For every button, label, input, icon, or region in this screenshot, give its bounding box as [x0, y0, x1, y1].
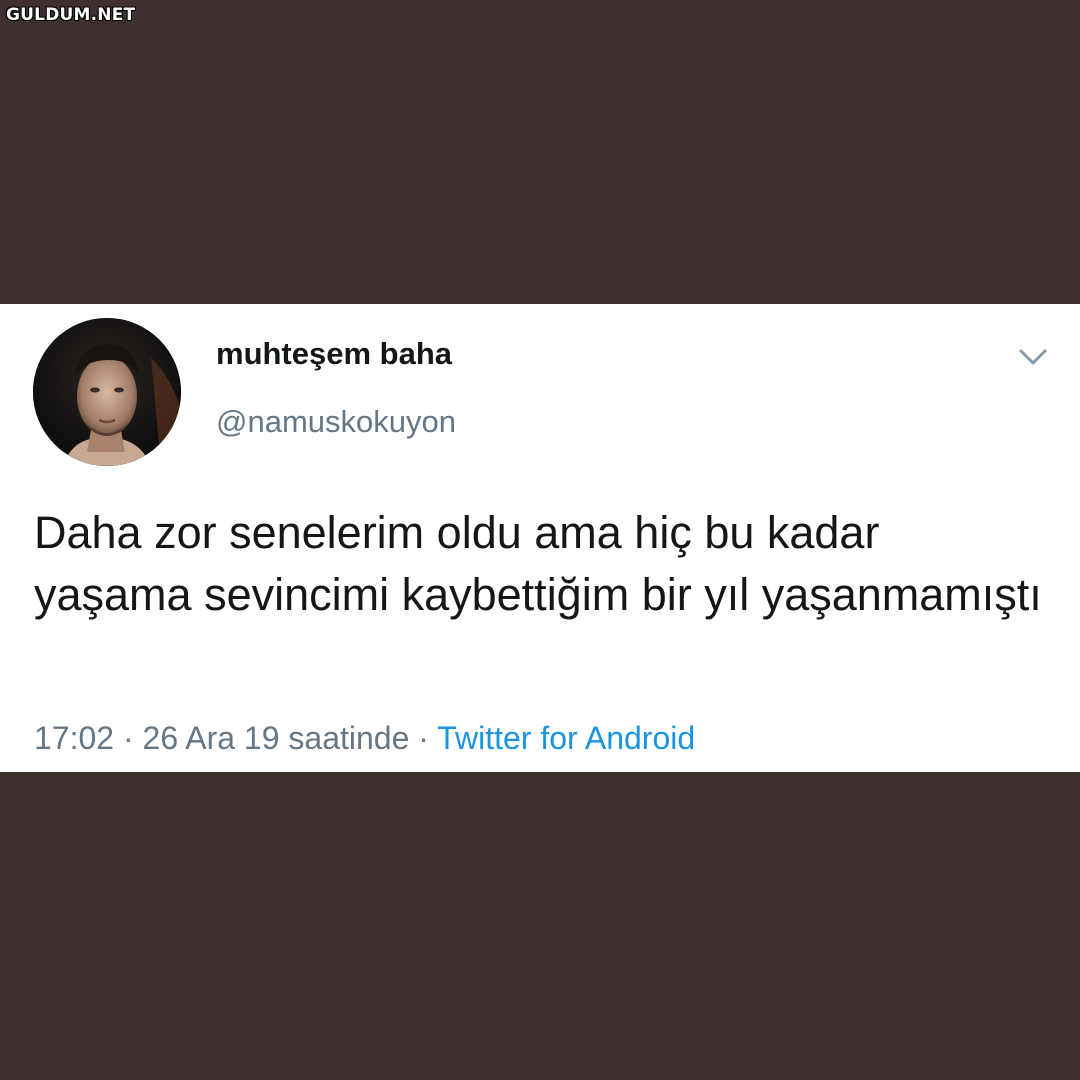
meta-separator: ·	[122, 720, 134, 756]
tweet-source-link[interactable]: Twitter for Android	[437, 720, 695, 756]
chevron-down-icon[interactable]	[1016, 340, 1050, 374]
author-display-name[interactable]: muhteşem baha	[216, 336, 452, 372]
tweet-date[interactable]: 26 Ara 19 saatinde	[143, 720, 410, 756]
meta-separator: ·	[418, 720, 429, 756]
tweet-text: Daha zor senelerim oldu ama hiç bu kadar…	[34, 507, 1042, 620]
author-handle[interactable]: @namuskokuyon	[216, 404, 456, 440]
tweet-card: muhteşem baha @namuskokuyon Daha zor sen…	[0, 304, 1080, 772]
tweet-meta: 17:02 · 26 Ara 19 saatinde · Twitter for…	[34, 720, 695, 757]
tweet-time[interactable]: 17:02	[34, 720, 114, 756]
avatar[interactable]	[33, 318, 181, 466]
site-watermark: GULDUM.NET	[6, 5, 136, 25]
avatar-photo-icon	[33, 318, 181, 466]
